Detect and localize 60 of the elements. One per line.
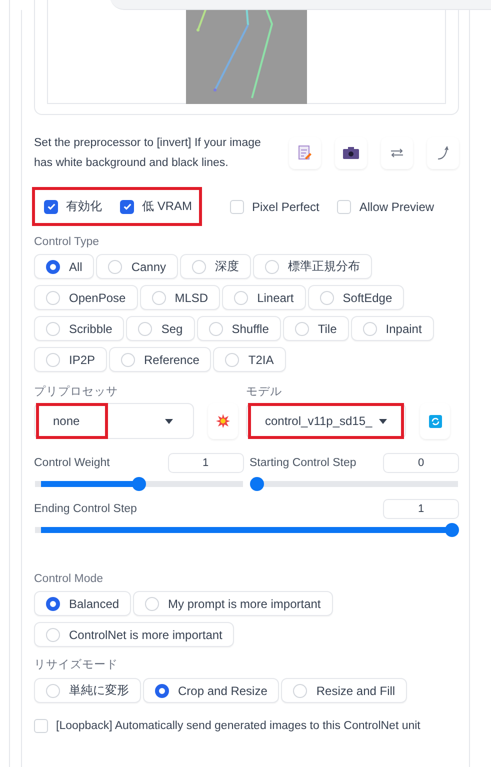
slider-thumb[interactable]: [445, 523, 459, 537]
radio-option[interactable]: Resize and Fill: [281, 678, 408, 703]
document-pencil-icon: [298, 145, 312, 161]
tool-button[interactable]: [381, 137, 413, 169]
refresh-icon: [428, 414, 442, 428]
radio-option[interactable]: Reference: [109, 347, 212, 372]
radio-option[interactable]: IP2P: [34, 347, 108, 372]
radio-option[interactable]: 深度: [180, 254, 252, 279]
explosion-icon: [216, 414, 230, 428]
slider-label: Ending Control Step: [34, 503, 137, 515]
radio-option[interactable]: My prompt is more important: [133, 591, 333, 616]
radio-option[interactable]: Canny: [96, 254, 178, 279]
radio-option[interactable]: T2IA: [213, 347, 286, 372]
radio-option[interactable]: 標準正規分布: [253, 254, 372, 279]
radio-option[interactable]: Scribble: [34, 316, 124, 341]
loopback-option[interactable]: [Loopback] Automatically send generated images to this ControlNet unit: [34, 719, 459, 733]
radio-option[interactable]: Seg: [126, 316, 195, 341]
field-label: モデル: [246, 385, 283, 399]
radio-option[interactable]: Balanced: [34, 591, 132, 616]
radio-option[interactable]: Crop and Resize: [143, 678, 280, 703]
caret-icon: [165, 418, 173, 424]
check-icon: [122, 202, 132, 211]
checkbox[interactable]: [44, 200, 58, 214]
swap-arrows-icon: [390, 148, 404, 158]
caret-icon: [379, 418, 387, 424]
number-field[interactable]: 1: [383, 499, 459, 519]
radio-option[interactable]: OpenPose: [34, 285, 138, 310]
refresh-button[interactable]: [420, 403, 450, 439]
radio-option[interactable]: All: [34, 254, 94, 279]
model-dropdown[interactable]: control_v11p_sd15_: [246, 403, 406, 439]
radio-option[interactable]: ControlNet is more important: [34, 622, 234, 647]
radio-option[interactable]: MLSD: [140, 285, 220, 310]
slider-thumb[interactable]: [132, 477, 146, 491]
tool-button[interactable]: [335, 137, 367, 169]
radio-option[interactable]: Lineart: [222, 285, 306, 310]
section-label: Control Mode: [34, 573, 104, 585]
checkbox-option[interactable]: 有効化: [44, 198, 102, 215]
hint-text: Set the preprocessor to [invert] If your image has white background and black lines.: [34, 136, 262, 171]
section-label: Control Type: [34, 236, 100, 248]
check-icon: [46, 202, 56, 211]
checkbox[interactable]: [120, 200, 134, 214]
radio-option[interactable]: Tile: [282, 316, 349, 341]
preprocessor-dropdown[interactable]: none: [34, 403, 194, 439]
checkbox-option[interactable]: 低 VRAM: [120, 198, 192, 215]
radio-option[interactable]: Shuffle: [196, 316, 281, 341]
slider-label: Starting Control Step: [250, 457, 356, 469]
explosion-button[interactable]: [208, 403, 238, 439]
checkbox-option[interactable]: Pixel Perfect: [230, 200, 320, 214]
number-field[interactable]: 0: [383, 453, 459, 473]
checkbox-option[interactable]: Allow Preview: [337, 200, 434, 214]
number-field[interactable]: 1: [168, 453, 244, 473]
radio-option[interactable]: 単純に変形: [34, 678, 141, 703]
radio-option[interactable]: SoftEdge: [308, 285, 404, 310]
camera-icon: [343, 147, 359, 159]
section-label: リサイズモード: [34, 658, 119, 672]
slider-label: Control Weight: [34, 457, 110, 469]
curved-arrow-icon: [437, 146, 449, 160]
radio-option[interactable]: Inpaint: [350, 316, 434, 341]
slider-thumb[interactable]: [250, 477, 264, 491]
field-label: プリプロセッサ: [34, 384, 119, 399]
